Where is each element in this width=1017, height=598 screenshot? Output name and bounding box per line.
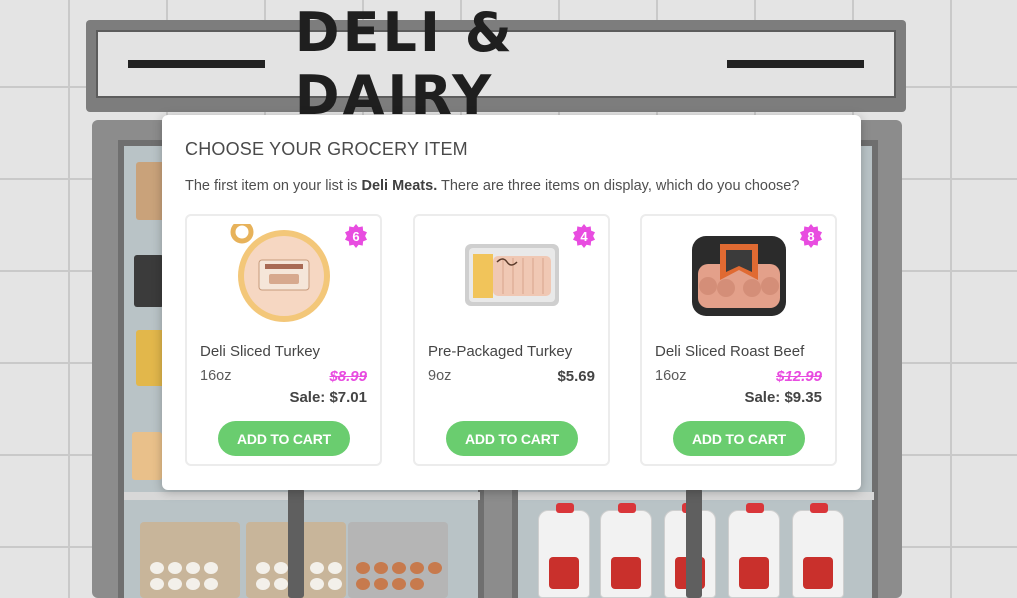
product-size: 9oz [428, 368, 452, 384]
quantity-badge: 8 [799, 224, 823, 248]
product-size: 16oz [200, 368, 232, 384]
desc-list-item: Deli Meats. [361, 178, 438, 194]
product-size: 16oz [655, 368, 687, 384]
badge-count: 8 [807, 228, 815, 244]
sale-price: Sale: $7.01 [289, 389, 367, 406]
add-to-cart-button[interactable]: ADD TO CART [446, 421, 578, 456]
product-card-packaged-turkey[interactable]: 4 Pre-Packaged Turkey 9oz $5.69 ADD TO C… [413, 214, 610, 466]
product-card-roast-beef[interactable]: 8 Deli Sliced Roast Beef 16oz $12.99 Sal… [640, 214, 837, 466]
product-card-deli-turkey[interactable]: 6 Deli Sliced Turkey 16oz $8.99 Sale: $7… [185, 214, 382, 466]
department-sign: DELI & DAIRY [86, 1, 906, 127]
egg-carton [140, 522, 240, 598]
quantity-badge: 4 [572, 224, 596, 248]
sign-divider [128, 60, 265, 68]
modal-title: CHOOSE YOUR GROCERY ITEM [185, 139, 468, 159]
side-product [134, 255, 164, 307]
product-name: Deli Sliced Turkey [200, 343, 321, 360]
add-to-cart-button[interactable]: ADD TO CART [218, 421, 350, 456]
desc-prefix: The first item on your list is [185, 178, 362, 194]
product-price: $5.69 [557, 368, 595, 385]
sign-divider [727, 60, 864, 68]
sign-title: DELI & DAIRY [294, 1, 515, 127]
egg-carton [348, 522, 448, 598]
original-price: $12.99 [776, 368, 822, 385]
add-to-cart-button[interactable]: ADD TO CART [673, 421, 805, 456]
product-name: Pre-Packaged Turkey [428, 343, 573, 360]
desc-suffix: There are three items on display, which … [437, 178, 800, 194]
badge-count: 6 [352, 228, 360, 244]
sale-price: Sale: $9.35 [744, 389, 822, 406]
modal-description: The first item on your list is Deli Meat… [185, 178, 799, 194]
badge-count: 4 [580, 228, 588, 244]
original-price: $8.99 [329, 368, 367, 385]
quantity-badge: 6 [344, 224, 368, 248]
product-name: Deli Sliced Roast Beef [655, 343, 805, 360]
side-product [132, 432, 162, 480]
choose-item-modal: CHOOSE YOUR GROCERY ITEM The first item … [162, 115, 861, 490]
milk-jug [792, 503, 844, 598]
door-handle [288, 488, 304, 598]
milk-jug [600, 503, 652, 598]
milk-jug [538, 503, 590, 598]
milk-jug [728, 503, 780, 598]
door-handle [686, 488, 702, 598]
